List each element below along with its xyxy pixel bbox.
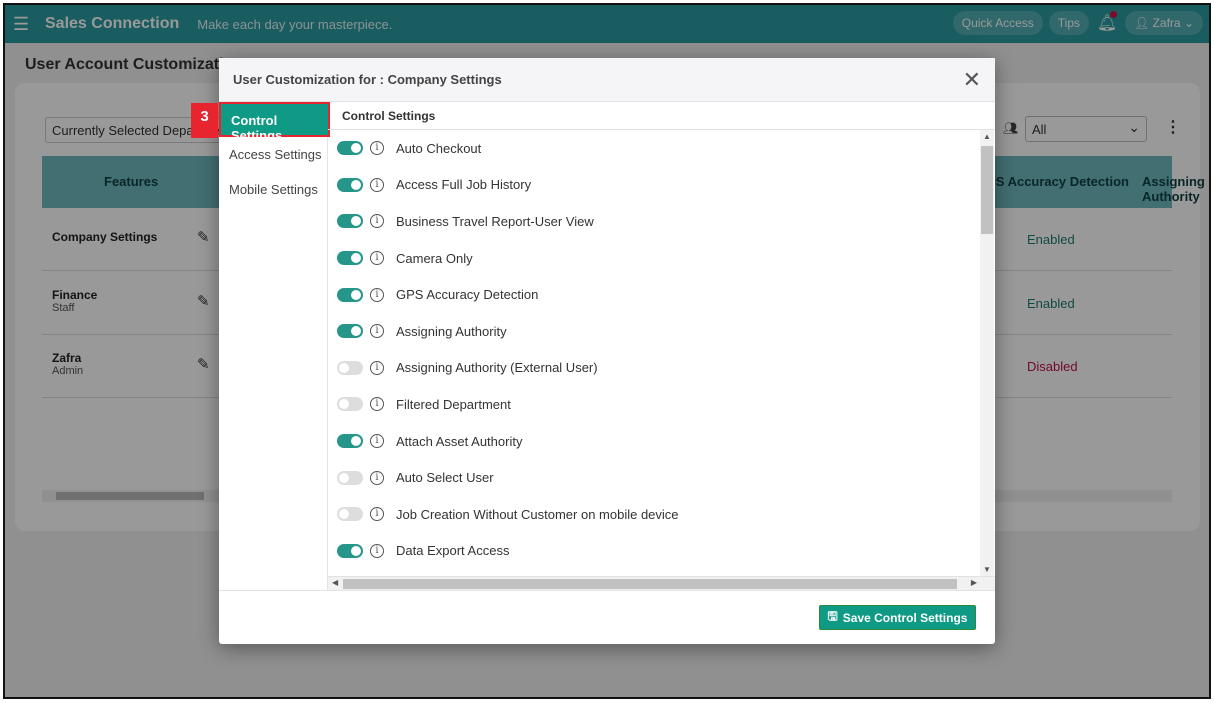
scrollbar-thumb[interactable] — [343, 579, 957, 589]
info-icon[interactable]: i — [370, 470, 384, 485]
setting-label: Filtered Department — [396, 396, 511, 412]
settings-list: i Auto Checkout i Access Full Job History i B… — [328, 130, 980, 576]
section-title: Control Settings — [328, 102, 995, 130]
setting-label: Business Travel Report-User View — [396, 213, 594, 229]
save-icon: 🖫 — [827, 609, 838, 623]
setting-item: i Auto Select User — [328, 459, 980, 496]
setting-item: i Auto Checkout — [328, 130, 980, 167]
setting-item: i Job Creation Without Customer on mobile… — [328, 496, 980, 533]
info-icon[interactable]: i — [370, 434, 384, 449]
setting-label: Camera Only — [396, 250, 473, 266]
info-icon[interactable]: i — [370, 324, 384, 339]
setting-label: Job Creation Without Customer on mobile … — [396, 506, 679, 522]
setting-label: Assigning Authority — [396, 323, 507, 339]
settings-nav: Control Settings Access Settings Mobile … — [219, 102, 330, 590]
info-icon[interactable]: i — [370, 177, 384, 192]
setting-label: Access Full Job History — [396, 177, 532, 193]
toggle-switch[interactable] — [337, 287, 363, 302]
toggle-switch[interactable] — [337, 177, 363, 192]
close-icon[interactable]: ✕ — [963, 67, 981, 93]
setting-item: i Data Export Access — [328, 533, 980, 570]
save-label: Save Control Settings — [842, 610, 968, 625]
info-icon[interactable]: i — [370, 141, 384, 156]
scroll-up-arrow[interactable]: ▲ — [983, 132, 991, 141]
toggle-switch[interactable] — [337, 507, 363, 522]
setting-item: i Attach Asset Authority — [328, 423, 980, 460]
setting-label: Assigning Authority (External User) — [396, 360, 598, 376]
toggle-switch[interactable] — [337, 470, 363, 485]
setting-item: i Filtered Department — [328, 386, 980, 423]
setting-label: Auto Select User — [396, 470, 494, 486]
info-icon[interactable]: i — [370, 251, 384, 266]
setting-item: i Access Full Job History — [328, 167, 980, 204]
user-customization-modal: User Customization for : Company Setting… — [191, 58, 995, 644]
toggle-switch[interactable] — [337, 360, 363, 375]
toggle-switch[interactable] — [337, 141, 363, 156]
tab-mobile-settings[interactable]: Mobile Settings — [219, 172, 327, 207]
save-control-settings-button[interactable]: 🖫 Save Control Settings — [819, 605, 976, 630]
modal-title: User Customization for : Company Setting… — [233, 72, 502, 87]
info-icon[interactable]: i — [370, 360, 384, 375]
toggle-switch[interactable] — [337, 251, 363, 266]
toggle-switch[interactable] — [337, 434, 363, 449]
info-icon[interactable]: i — [370, 507, 384, 522]
tab-control-settings[interactable]: Control Settings — [219, 102, 330, 143]
modal-footer-divider — [219, 590, 995, 591]
scroll-left-arrow[interactable]: ◀ — [332, 578, 338, 587]
step-badge: 3 — [191, 103, 218, 138]
toggle-switch[interactable] — [337, 214, 363, 229]
info-icon[interactable]: i — [370, 397, 384, 412]
toggle-switch[interactable] — [337, 397, 363, 412]
info-icon[interactable]: i — [370, 287, 384, 302]
info-icon[interactable]: i — [370, 543, 384, 558]
scroll-down-arrow[interactable]: ▼ — [983, 565, 991, 574]
setting-item: i Camera Only — [328, 240, 980, 277]
setting-label: Auto Checkout — [396, 140, 482, 156]
setting-item: i Assigning Authority (External User) — [328, 350, 980, 387]
vertical-scrollbar[interactable]: ▲ ▼ — [980, 130, 994, 576]
setting-item: i Assigning Authority — [328, 313, 980, 350]
toggle-switch[interactable] — [337, 543, 363, 558]
info-icon[interactable]: i — [370, 214, 384, 229]
scrollbar-thumb[interactable] — [981, 146, 993, 234]
setting-item: i Business Travel Report-User View — [328, 203, 980, 240]
setting-label: GPS Accuracy Detection — [396, 287, 539, 303]
modal-header: User Customization for : Company Setting… — [219, 58, 995, 102]
scroll-right-arrow[interactable]: ▶ — [971, 578, 977, 587]
setting-label: Data Export Access — [396, 543, 510, 559]
horizontal-scrollbar[interactable]: ◀ ▶ — [328, 576, 995, 590]
setting-item: i GPS Accuracy Detection — [328, 276, 980, 313]
toggle-switch[interactable] — [337, 324, 363, 339]
setting-label: Attach Asset Authority — [396, 433, 523, 449]
